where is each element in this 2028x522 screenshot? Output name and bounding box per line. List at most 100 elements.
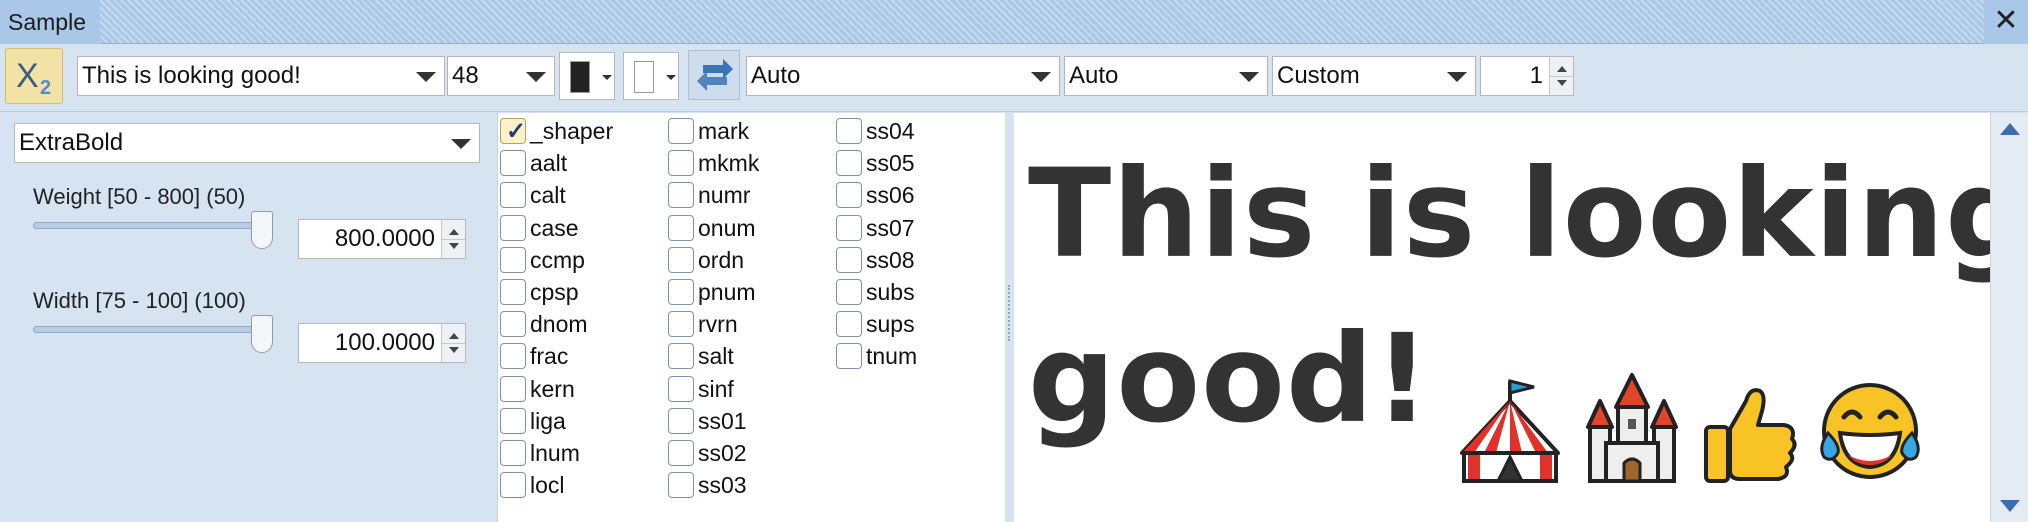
sample-text-combo[interactable]: This is looking good! bbox=[77, 56, 445, 96]
checkbox-icon[interactable] bbox=[836, 150, 862, 177]
checkbox-icon[interactable] bbox=[500, 182, 526, 209]
checkbox-icon[interactable] bbox=[668, 407, 694, 434]
circus-tent-emoji bbox=[1460, 379, 1560, 483]
feature-label: lnum bbox=[530, 440, 580, 466]
checkbox-icon[interactable] bbox=[668, 440, 694, 466]
feature-label: ss03 bbox=[698, 472, 747, 499]
chevron-down-icon bbox=[666, 75, 676, 80]
checkbox-icon[interactable] bbox=[668, 182, 694, 209]
chevron-down-icon bbox=[451, 139, 471, 149]
instance-combo[interactable]: ExtraBold bbox=[14, 123, 480, 163]
font-size-value: 48 bbox=[452, 62, 479, 89]
checkbox-icon[interactable] bbox=[668, 279, 694, 305]
language-combo[interactable]: Auto bbox=[746, 56, 1060, 96]
feature-label: tnum bbox=[866, 343, 918, 370]
width-slider-thumb[interactable] bbox=[251, 315, 273, 353]
feature-label: cpsp bbox=[530, 279, 579, 305]
checkbox-icon[interactable] bbox=[500, 150, 526, 177]
checkbox-icon[interactable] bbox=[668, 118, 694, 144]
width-axis-label: Width [75 - 100] (100) bbox=[33, 288, 246, 313]
feature-label: kern bbox=[530, 375, 575, 402]
castle-emoji bbox=[1586, 373, 1678, 483]
script-combo[interactable]: Auto bbox=[1064, 56, 1268, 96]
width-value-stepper[interactable]: 100.0000 bbox=[298, 323, 466, 363]
weight-axis-label: Weight [50 - 800] (50) bbox=[33, 184, 246, 209]
decrement-icon[interactable] bbox=[449, 243, 459, 249]
increment-icon[interactable] bbox=[449, 333, 459, 339]
checkbox-checked-icon[interactable]: ✓ bbox=[500, 118, 527, 145]
direction-combo[interactable]: Custom bbox=[1272, 56, 1476, 96]
checkbox-icon[interactable] bbox=[836, 182, 862, 209]
feature-label: sinf bbox=[698, 375, 734, 402]
checkbox-icon[interactable] bbox=[668, 311, 694, 338]
checkbox-icon[interactable] bbox=[500, 279, 526, 305]
checkbox-icon[interactable] bbox=[500, 472, 526, 499]
feature-label: rvrn bbox=[698, 311, 738, 338]
checkbox-icon[interactable] bbox=[668, 150, 694, 177]
increment-icon[interactable] bbox=[1557, 66, 1567, 72]
chevron-down-icon bbox=[416, 72, 436, 82]
width-value: 100.0000 bbox=[334, 329, 435, 356]
checkbox-icon[interactable] bbox=[668, 472, 694, 499]
width-slider[interactable] bbox=[33, 315, 273, 353]
close-icon[interactable]: ✕ bbox=[1984, 0, 2028, 44]
feature-label: ss07 bbox=[866, 214, 915, 241]
panel-splitter[interactable] bbox=[1006, 113, 1014, 522]
check-mark-icon: ✓ bbox=[506, 118, 527, 145]
background-color-swatch bbox=[634, 61, 654, 93]
checkbox-icon[interactable] bbox=[500, 214, 526, 241]
splitter-grip-icon bbox=[1008, 285, 1012, 341]
weight-value: 800.0000 bbox=[334, 225, 435, 252]
checkbox-icon[interactable] bbox=[668, 214, 694, 241]
checkbox-icon[interactable] bbox=[668, 375, 694, 402]
decrement-icon[interactable] bbox=[1557, 80, 1567, 86]
lines-value: 1 bbox=[1529, 62, 1543, 89]
feature-label: ordn bbox=[698, 246, 745, 273]
weight-slider-thumb[interactable] bbox=[251, 211, 273, 249]
checkbox-icon[interactable] bbox=[836, 118, 862, 144]
scroll-up-icon[interactable] bbox=[2000, 123, 2020, 135]
scroll-down-icon[interactable] bbox=[2000, 500, 2020, 512]
weight-slider[interactable] bbox=[33, 211, 273, 249]
feature-label: mkmk bbox=[698, 150, 760, 177]
checkbox-icon[interactable] bbox=[836, 246, 862, 273]
script-value: Auto bbox=[1069, 62, 1119, 89]
checkbox-icon[interactable] bbox=[836, 279, 862, 305]
feature-label: subs bbox=[866, 279, 915, 305]
preview-scrollbar[interactable] bbox=[1990, 113, 2028, 522]
feature-label: ss06 bbox=[866, 182, 915, 209]
feature-label: ss04 bbox=[866, 118, 915, 144]
subscript-toggle-button[interactable]: X2 bbox=[5, 48, 63, 104]
feature-label: mark bbox=[698, 118, 750, 144]
checkbox-icon[interactable] bbox=[500, 440, 526, 466]
chevron-down-icon bbox=[1031, 72, 1051, 82]
background-color-picker[interactable] bbox=[623, 52, 679, 100]
decrement-icon[interactable] bbox=[449, 347, 459, 353]
instance-value: ExtraBold bbox=[19, 129, 124, 156]
checkbox-icon[interactable] bbox=[836, 214, 862, 241]
checkbox-icon[interactable] bbox=[500, 311, 526, 338]
increment-icon[interactable] bbox=[449, 229, 459, 235]
lines-stepper[interactable]: 1 bbox=[1480, 56, 1574, 96]
foreground-color-picker[interactable] bbox=[559, 52, 615, 100]
checkbox-icon[interactable] bbox=[500, 343, 526, 370]
direction-value: Custom bbox=[1277, 62, 1360, 89]
checkbox-icon[interactable] bbox=[668, 246, 694, 273]
checkbox-icon[interactable] bbox=[500, 407, 526, 434]
feature-list: ✓ _shaper aalt calt case ccmp cpsp dnom frac kern… bbox=[497, 113, 1005, 522]
checkbox-icon[interactable] bbox=[836, 311, 862, 338]
checkbox-icon[interactable] bbox=[668, 343, 694, 370]
weight-value-stepper[interactable]: 800.0000 bbox=[298, 219, 466, 259]
font-size-combo[interactable]: 48 bbox=[447, 56, 555, 96]
toolbar: X2 This is looking good! 48 Auto Auto Cu… bbox=[0, 44, 2028, 112]
feature-label: _shaper bbox=[530, 118, 614, 144]
preview-line-1: This is looking bbox=[1028, 143, 1990, 285]
checkbox-icon[interactable] bbox=[500, 375, 526, 402]
checkbox-icon[interactable] bbox=[836, 343, 862, 370]
preview-line-2: good! bbox=[1028, 308, 1431, 450]
chevron-down-icon bbox=[602, 75, 612, 80]
thumbs-up-emoji bbox=[1704, 388, 1797, 483]
swap-colors-button[interactable] bbox=[688, 50, 740, 100]
tears-of-joy-emoji bbox=[1820, 383, 1920, 479]
checkbox-icon[interactable] bbox=[500, 246, 526, 273]
